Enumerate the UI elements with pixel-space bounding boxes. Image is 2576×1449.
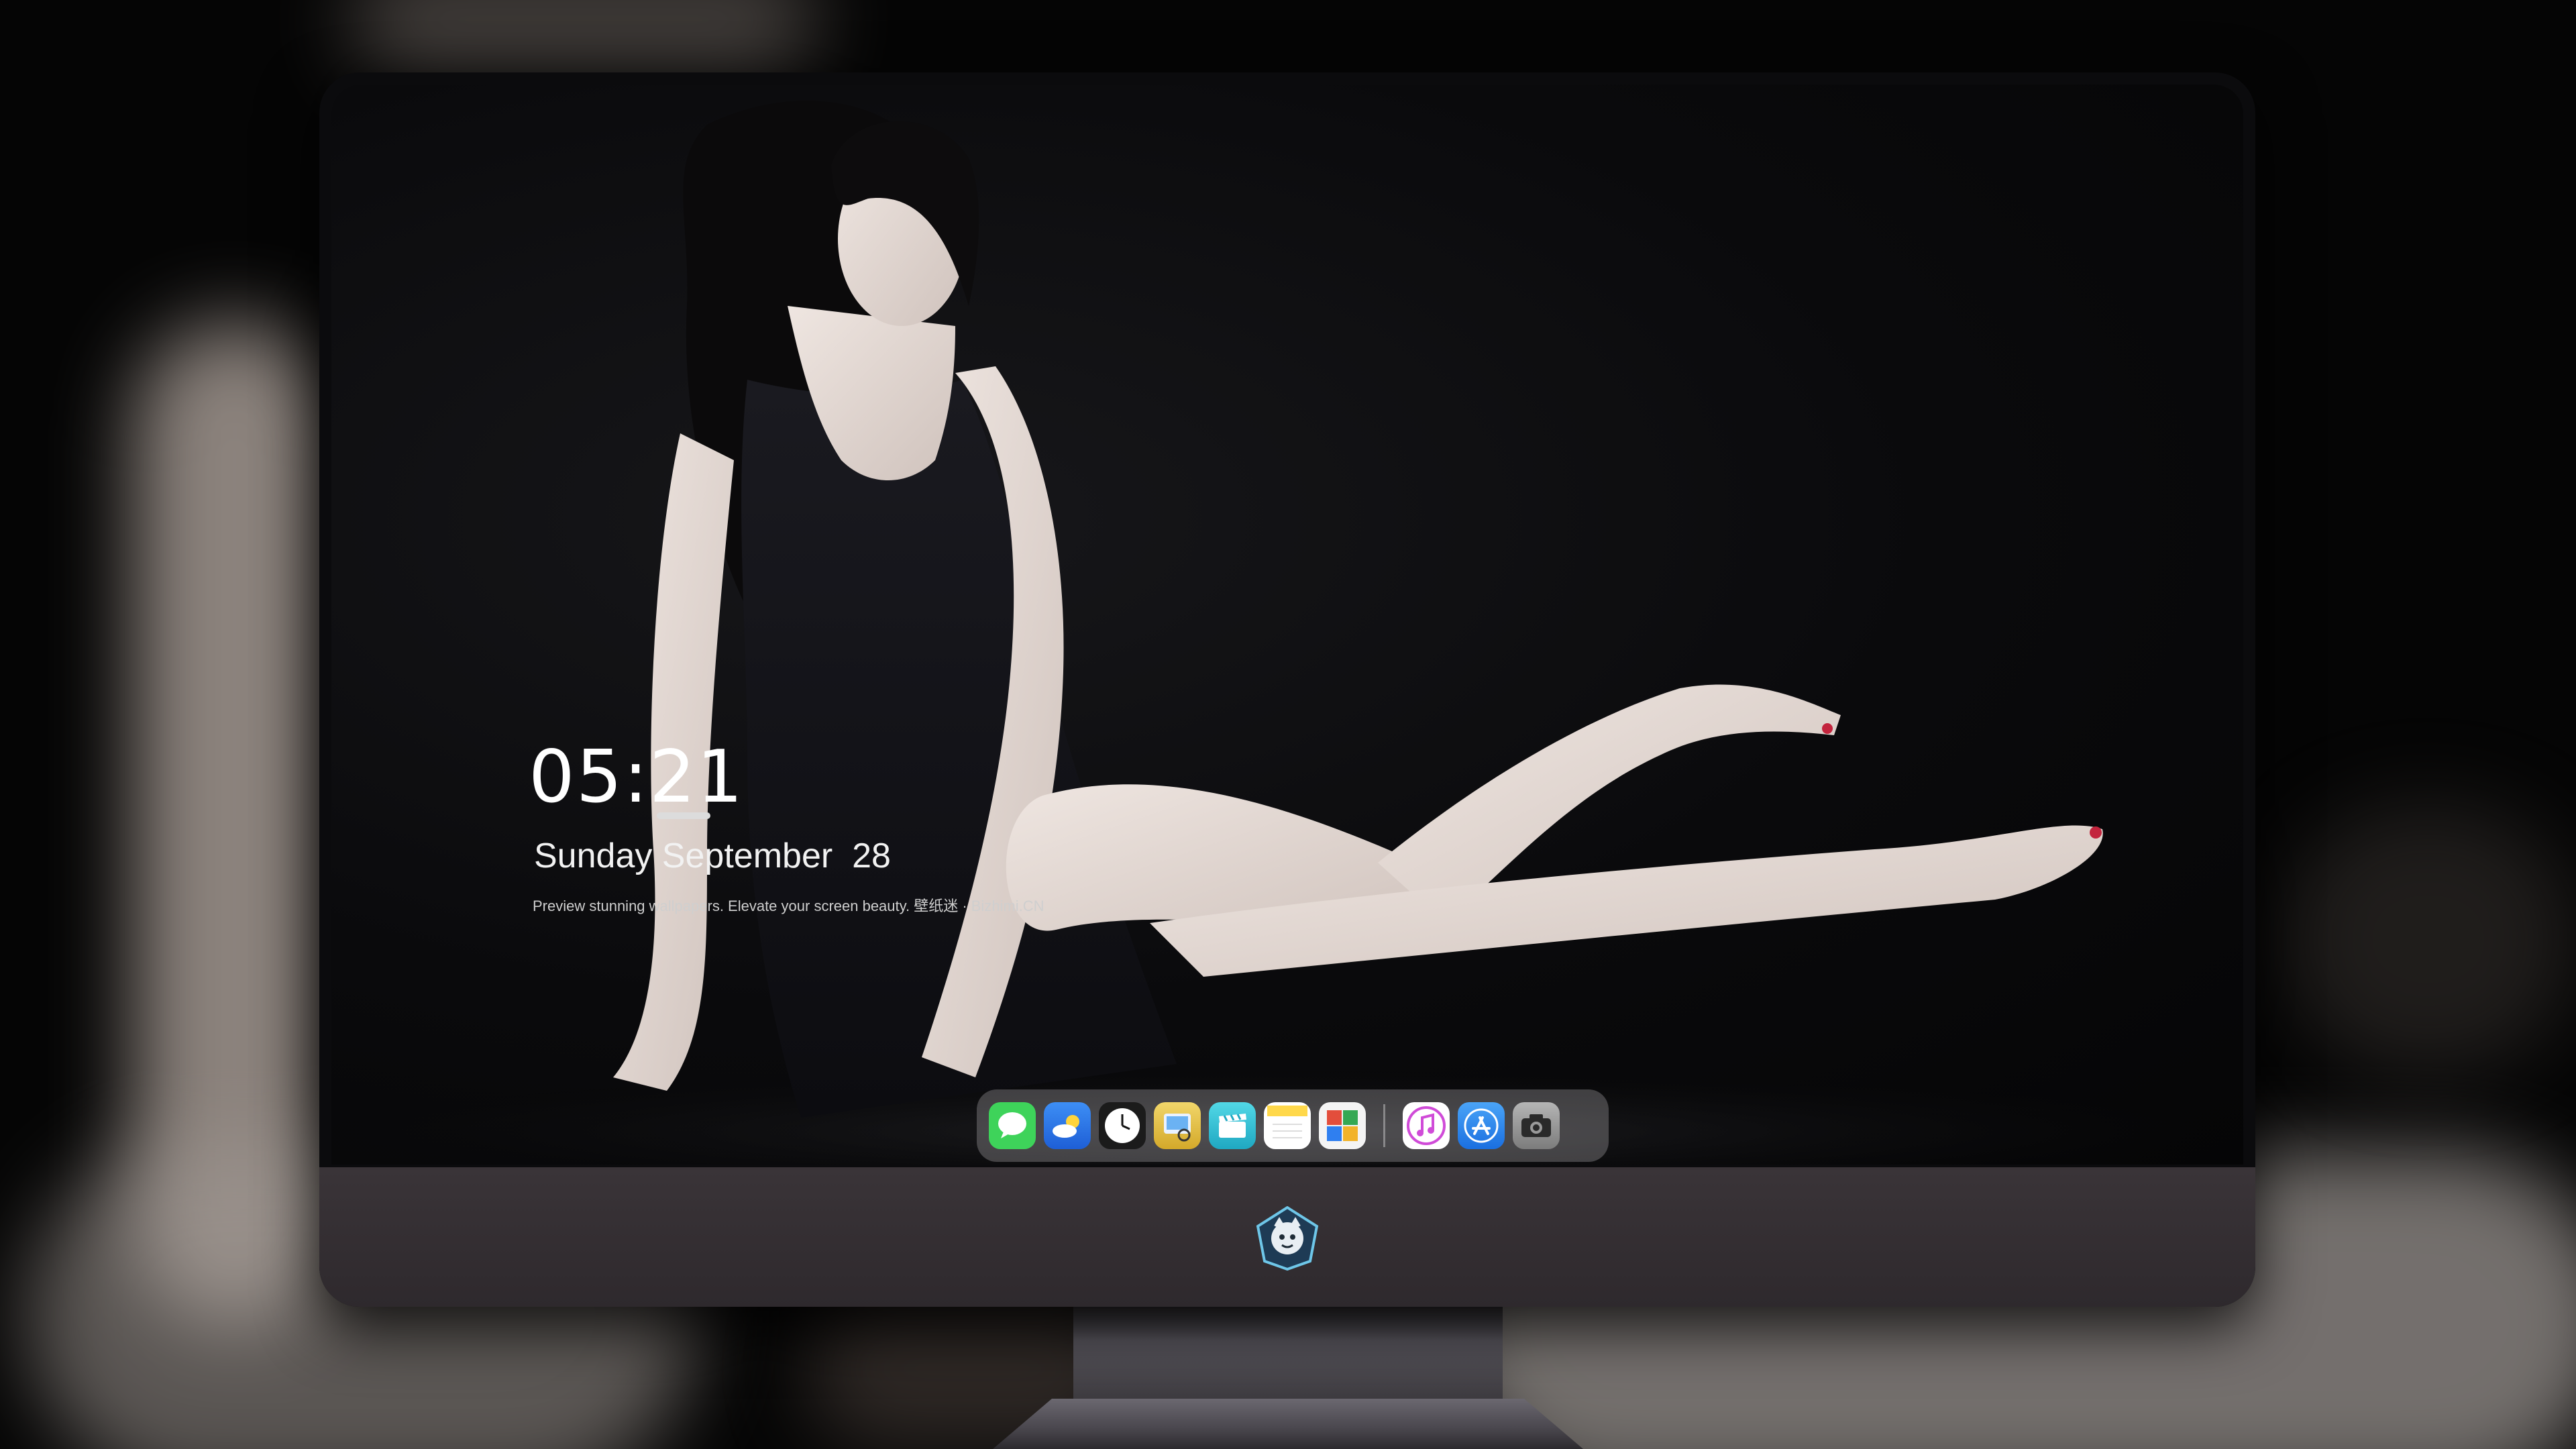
- music-app-icon[interactable]: [1403, 1102, 1450, 1149]
- dock: [977, 1089, 1609, 1162]
- screen: 05:21 Sunday September 28 Preview stunni…: [331, 85, 2243, 1165]
- monitor-stand-foot: [993, 1399, 1583, 1449]
- mascot-badge-icon: [1256, 1206, 1319, 1271]
- monitor: 05:21 Sunday September 28 Preview stunni…: [319, 72, 2255, 1307]
- lock-clock: 05:21: [529, 735, 745, 819]
- photo-booth-app-icon[interactable]: [1319, 1102, 1366, 1149]
- clock-app-icon[interactable]: [1099, 1102, 1146, 1149]
- notes-app-icon[interactable]: [1264, 1102, 1311, 1149]
- dock-separator: [1383, 1104, 1385, 1147]
- app-store-app-icon[interactable]: [1458, 1102, 1505, 1149]
- wallpaper-tagline: Preview stunning wallpapers. Elevate you…: [533, 898, 1044, 914]
- camera-app-icon[interactable]: [1513, 1102, 1560, 1149]
- preview-app-icon[interactable]: [1154, 1102, 1201, 1149]
- wallpaper-image: [331, 101, 2210, 1165]
- clips-app-icon[interactable]: [1209, 1102, 1256, 1149]
- lock-date: Sunday September 28: [534, 837, 891, 875]
- weather-app-icon[interactable]: [1044, 1102, 1091, 1149]
- messages-app-icon[interactable]: [989, 1102, 1036, 1149]
- monitor-stand-neck: [1073, 1305, 1503, 1405]
